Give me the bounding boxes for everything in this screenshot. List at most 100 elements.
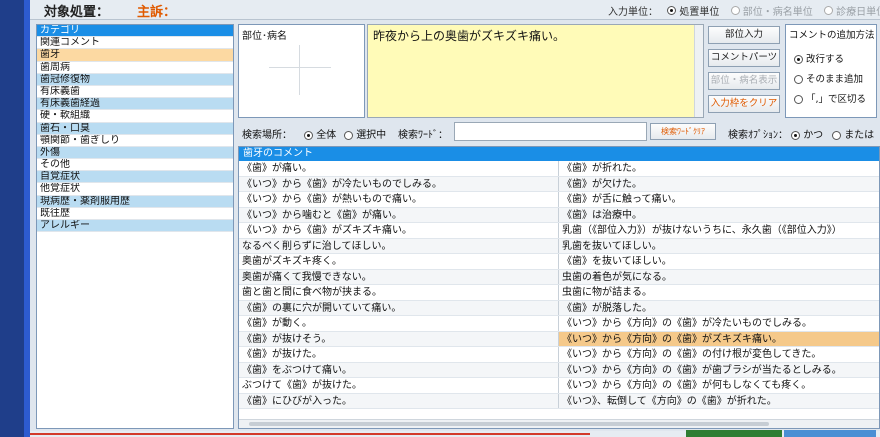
text-scrollbar[interactable]	[694, 25, 703, 117]
search-keyword-label: 検索ﾜｰﾄﾞ：	[398, 130, 448, 141]
table-row: 《歯》が抜けた。 《いつ》から《方向》の《歯》の付け根が変色してきた。	[239, 347, 879, 363]
table-cell[interactable]: 虫歯の着色が気になる。	[559, 270, 879, 285]
target-treatment-label: 対象処置：	[44, 5, 110, 20]
table-cell[interactable]: 《歯》は治療中。	[559, 208, 879, 223]
table-row: 《歯》が動く。 《いつ》から《方向》の《歯》が冷たいものでしみる。	[239, 316, 879, 332]
keyword-clear-button[interactable]: 検索ﾜｰﾄﾞｸﾘｱ	[650, 123, 716, 140]
clear-input-button[interactable]: 入力枠をクリア	[708, 95, 780, 113]
table-cell[interactable]: 《歯》が抜けそう。	[239, 331, 559, 346]
table-row: 奥歯が痛くて我慢できない。 虫歯の着色が気になる。	[239, 269, 879, 285]
search-keyword-input[interactable]	[454, 122, 647, 141]
table-cell[interactable]: 奥歯がズキズキ疼く。	[239, 254, 559, 269]
append-option-append[interactable]: そのまま追加	[794, 71, 863, 85]
table-cell[interactable]: 《いつ》から《歯》が冷たいものでしみる。	[239, 176, 559, 191]
table-row: 《歯》が抜けそう。 《いつ》から《方向》の《歯》がズキズキ痛い。	[239, 331, 879, 347]
category-item[interactable]: 歯石・口臭	[37, 122, 233, 135]
table-cell[interactable]: 《歯》を抜いてほしい。	[559, 254, 879, 269]
table-cell[interactable]: 《歯》が抜けた。	[239, 347, 559, 362]
table-cell[interactable]: 《いつ》から噛むと《歯》が痛い。	[239, 207, 559, 222]
append-option-comma[interactable]: 「,」で区切る	[794, 91, 866, 105]
target-treatment-value: 主訴：	[137, 5, 177, 20]
category-item[interactable]: 顎関節・歯ぎしり	[37, 134, 233, 147]
table-cell[interactable]: 《歯》をぶつけて痛い。	[239, 362, 559, 377]
unit-option-treatment[interactable]: 処置単位	[667, 3, 719, 18]
table-cell[interactable]: 《歯》の裏に穴が開いていて痛い。	[239, 300, 559, 315]
radio-icon	[344, 130, 353, 140]
table-cell-selected[interactable]: 《いつ》から《方向》の《歯》がズキズキ痛い。	[559, 331, 879, 346]
table-row: 奥歯がズキズキ疼く。 《歯》を抜いてほしい。	[239, 254, 879, 270]
table-row: 《歯》が痛い。 《歯》が折れた。	[239, 161, 879, 177]
table-cell[interactable]: 《いつ》から《方向》の《歯》が何もしなくても疼く。	[559, 378, 879, 393]
radio-icon	[823, 6, 833, 15]
append-option-newline[interactable]: 改行する	[794, 51, 844, 65]
table-row: ぶつけて《歯》が抜けた。 《いつ》から《方向》の《歯》が何もしなくても疼く。	[239, 378, 879, 394]
table-cell[interactable]: 《歯》が痛い。	[239, 161, 559, 176]
site-input-button[interactable]: 部位入力	[708, 26, 780, 44]
category-item[interactable]: その他	[37, 159, 233, 172]
table-cell[interactable]: 《いつ》から《方向》の《歯》の付け根が変色してきた。	[559, 347, 879, 362]
comment-text: 昨夜から上の奥歯がズキズキ痛い。	[373, 29, 566, 43]
left-edge-bar	[0, 0, 30, 437]
comment-table-header: 歯牙のコメント	[239, 147, 879, 161]
table-row: なるべく削らずに治してほしい。 乳歯を抜いてほしい。	[239, 238, 879, 254]
table-cell[interactable]: 《歯》が欠けた。	[559, 177, 879, 192]
table-cell[interactable]: 《いつ》、転倒して《方向》の《歯》が折れた。	[559, 394, 879, 409]
category-item[interactable]: 有床義歯	[37, 85, 233, 99]
table-row: 《歯》の裏に穴が開いていて痛い。 《歯》が脱落した。	[239, 300, 879, 316]
category-item[interactable]: 現病歴・薬剤服用歴	[37, 195, 233, 208]
category-item[interactable]: 歯周病	[37, 61, 233, 74]
unit-option-date[interactable]: 診療日単位	[823, 3, 880, 18]
site-display-button[interactable]: 部位・病名表示	[708, 72, 780, 90]
bottom-button-blue[interactable]	[784, 430, 876, 437]
table-cell[interactable]: 虫歯に物が詰まる。	[559, 285, 879, 300]
category-item[interactable]: 関連コメント	[37, 37, 233, 50]
site-diagnosis-label: 部位･病名	[242, 31, 287, 42]
search-place-selected[interactable]: 選択中	[344, 126, 386, 141]
category-item[interactable]: 歯牙	[37, 49, 233, 62]
table-cell[interactable]: 乳歯を抜いてほしい。	[559, 239, 879, 254]
category-list: カテゴリ 関連コメント 歯牙 歯周病 歯冠修復物 有床義歯 有床義歯経過 硬・軟…	[36, 24, 234, 429]
radio-icon	[791, 130, 800, 140]
category-item[interactable]: 自覚症状	[37, 171, 233, 184]
table-cell[interactable]: なるべく削らずに治してほしい。	[239, 238, 559, 253]
search-place-all[interactable]: 全体	[304, 126, 336, 141]
bottom-button-green[interactable]	[686, 430, 782, 437]
category-item[interactable]: 他覚症状	[37, 183, 233, 196]
category-item[interactable]: 有床義歯経過	[37, 98, 233, 111]
table-cell[interactable]: 乳歯（《部位入力》）が抜けないうちに、永久歯（《部位入力》）	[559, 223, 879, 238]
category-item[interactable]: 既往歴	[37, 207, 233, 220]
action-buttons: 部位入力 コメントパーツ 部位・病名表示 入力枠をクリア	[708, 24, 783, 118]
site-diagnosis-panel[interactable]: 部位･病名	[238, 24, 365, 118]
search-bar: 検索場所： 全体 選択中 検索ﾜｰﾄﾞ： 検索ﾜｰﾄﾞｸﾘｱ 検索ｵﾌﾟｼｮﾝ：…	[238, 121, 880, 143]
table-cell[interactable]: 《歯》が脱落した。	[559, 301, 879, 316]
table-row: 歯と歯と間に食べ物が挟まる。 虫歯に物が詰まる。	[239, 285, 879, 301]
search-option-or[interactable]: または	[832, 126, 874, 141]
table-cell[interactable]: ぶつけて《歯》が抜けた。	[239, 378, 559, 393]
category-item[interactable]: アレルギー	[37, 220, 233, 233]
table-cell[interactable]: 《いつ》から《歯》が熱いもので痛い。	[239, 192, 559, 207]
comment-text-area[interactable]: 昨夜から上の奥歯がズキズキ痛い。	[367, 24, 704, 118]
comment-parts-button[interactable]: コメントパーツ	[708, 49, 780, 67]
category-item[interactable]: 外傷	[37, 146, 233, 160]
crosshair-vertical	[299, 45, 300, 95]
category-item[interactable]: 歯冠修復物	[37, 73, 233, 86]
scrollbar-thumb[interactable]	[249, 422, 769, 426]
table-row: 《いつ》から《歯》が熱いもので痛い。 《歯》が舌に触って痛い。	[239, 192, 879, 208]
table-cell[interactable]: 奥歯が痛くて我慢できない。	[239, 269, 559, 284]
table-horizontal-scrollbar[interactable]	[239, 419, 879, 428]
category-item[interactable]: 硬・軟組織	[37, 110, 233, 123]
table-cell[interactable]: 歯と歯と間に食べ物が挟まる。	[239, 285, 559, 300]
table-cell[interactable]: 《歯》が動く。	[239, 316, 559, 331]
table-cell[interactable]: 《いつ》から《方向》の《歯》が冷たいものでしみる。	[559, 316, 879, 331]
table-row: 《いつ》から《歯》がズキズキ痛い。 乳歯（《部位入力》）が抜けないうちに、永久歯（…	[239, 223, 879, 239]
unit-option-site[interactable]: 部位・病名単位	[730, 3, 813, 18]
radio-icon	[730, 6, 740, 15]
search-option-and[interactable]: かつ	[791, 126, 823, 141]
crosshair-horizontal	[269, 67, 331, 68]
table-cell[interactable]: 《いつ》から《歯》がズキズキ痛い。	[239, 223, 559, 238]
table-cell[interactable]: 《歯》が舌に触って痛い。	[559, 192, 879, 207]
input-unit-label: 入力単位：	[608, 7, 658, 18]
table-cell[interactable]: 《いつ》から《方向》の《歯》が歯ブラシが当たるとしみる。	[559, 363, 879, 378]
table-cell[interactable]: 《歯》が折れた。	[559, 161, 879, 176]
table-cell[interactable]: 《歯》にひびが入った。	[239, 393, 559, 408]
